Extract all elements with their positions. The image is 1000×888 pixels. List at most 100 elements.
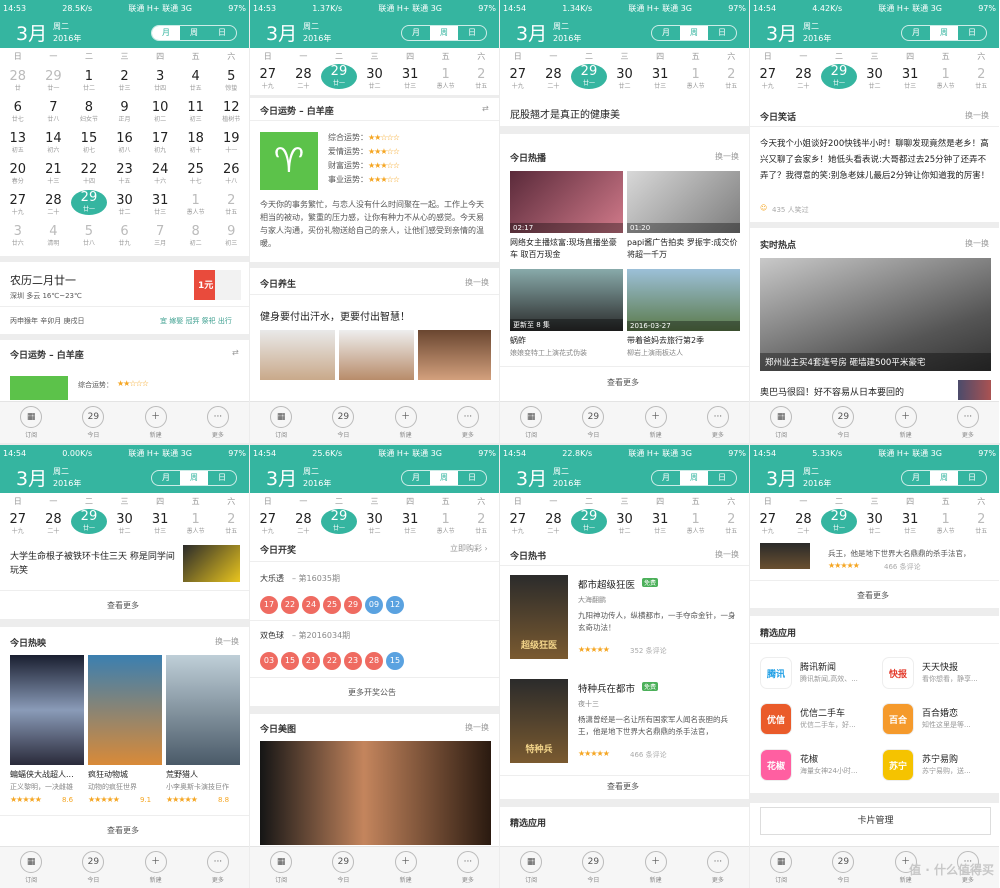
nav-more-button[interactable]: ··· 更多 [187, 847, 249, 888]
nav-today-button[interactable]: 29 今日 [812, 402, 874, 443]
day-cell[interactable]: 1 廿二 [71, 66, 107, 97]
app-item[interactable]: 苏宁 苏宁易购 苏宁易购，送... [882, 749, 992, 781]
news-thumb[interactable] [958, 380, 991, 400]
nav-today-button[interactable]: 29 今日 [62, 847, 124, 888]
day-cell[interactable]: 5 惊蛰 [213, 66, 249, 97]
day-cell[interactable]: 29 廿一 [321, 64, 357, 89]
day-cell[interactable]: 12 植树节 [213, 97, 249, 128]
day-cell[interactable]: 30 廿二 [607, 64, 643, 95]
day-cell[interactable]: 2 廿五 [463, 509, 499, 540]
refresh-link[interactable]: 换一换 [465, 277, 489, 288]
day-cell[interactable]: 27 十九 [250, 64, 286, 95]
movie-name[interactable]: 荒野猎人 [166, 769, 198, 780]
month-label[interactable]: 3月 [266, 464, 297, 491]
ad-banner[interactable]: 1元 [194, 270, 241, 300]
movie-name[interactable]: 蝙蝠侠大战超人... [10, 769, 74, 780]
day-cell[interactable]: 31 廿三 [142, 190, 178, 221]
book-cover[interactable] [760, 543, 810, 569]
book-cover[interactable]: 特种兵 [510, 679, 568, 763]
nav-more-button[interactable]: ··· 更多 [437, 402, 499, 443]
day-cell[interactable]: 8 妇女节 [71, 97, 107, 128]
tab-month[interactable]: 月 [402, 471, 430, 485]
day-cell[interactable]: 30 廿二 [607, 509, 643, 540]
day-cell[interactable]: 29 廿一 [71, 509, 107, 534]
refresh-link[interactable]: 换一换 [215, 636, 239, 647]
refresh-link[interactable]: 换一换 [715, 151, 739, 162]
day-cell[interactable]: 20 春分 [0, 159, 36, 190]
nav-today-button[interactable]: 29 今日 [562, 847, 624, 888]
nav-more-button[interactable]: ··· 更多 [687, 402, 749, 443]
nav-more-button[interactable]: ··· 更多 [437, 847, 499, 888]
day-cell[interactable]: 1 愚人节 [428, 509, 464, 540]
tab-day[interactable]: 日 [958, 471, 986, 485]
nav-subscribe-button[interactable]: ▦ 订阅 [750, 847, 812, 888]
day-cell[interactable]: 9 正月 [107, 97, 143, 128]
day-cell[interactable]: 28 二十 [36, 509, 72, 540]
month-label[interactable]: 3月 [516, 19, 547, 46]
day-cell[interactable]: 21 十三 [36, 159, 72, 190]
tab-month[interactable]: 月 [902, 471, 930, 485]
day-cell[interactable]: 4 清明 [36, 221, 72, 252]
month-label[interactable]: 3月 [766, 19, 797, 46]
day-cell[interactable]: 1 愚人节 [178, 509, 214, 540]
tab-month[interactable]: 月 [652, 471, 680, 485]
day-cell[interactable]: 2 廿三 [107, 66, 143, 97]
tab-month[interactable]: 月 [902, 26, 930, 40]
fitness-thumb-2[interactable] [339, 330, 414, 380]
day-cell[interactable]: 29 廿一 [821, 509, 857, 534]
see-more-button[interactable]: 查看更多 [857, 590, 889, 601]
day-cell[interactable]: 2 廿五 [713, 509, 749, 540]
card-manage-button[interactable]: 卡片管理 [760, 807, 991, 835]
day-cell[interactable]: 1 愚人节 [428, 64, 464, 95]
day-cell[interactable]: 6 廿七 [0, 97, 36, 128]
day-cell[interactable]: 14 初六 [36, 128, 72, 159]
video-thumb-1[interactable]: 02:17 [510, 171, 623, 233]
day-cell[interactable]: 26 十八 [213, 159, 249, 190]
app-item[interactable]: 百合 百合婚恋 知性这里是等... [882, 703, 992, 735]
nav-subscribe-button[interactable]: ▦ 订阅 [0, 847, 62, 888]
movie-poster-2[interactable] [88, 655, 162, 765]
news-thumb[interactable] [183, 545, 240, 582]
day-cell[interactable]: 31 廿三 [642, 64, 678, 95]
fitness-thumb-1[interactable] [260, 330, 335, 380]
tab-week[interactable]: 周 [680, 26, 708, 40]
health-headline[interactable]: 健身要付出汗水，更要付出智慧！ [260, 308, 410, 323]
tab-day[interactable]: 日 [208, 471, 236, 485]
day-cell[interactable]: 10 初二 [142, 97, 178, 128]
day-cell[interactable]: 22 十四 [71, 159, 107, 190]
day-cell[interactable]: 17 初九 [142, 128, 178, 159]
day-cell[interactable]: 28 二十 [786, 64, 822, 95]
day-cell[interactable]: 3 廿四 [142, 66, 178, 97]
nav-subscribe-button[interactable]: ▦ 订阅 [500, 847, 562, 888]
day-cell[interactable]: 29 廿一 [36, 66, 72, 97]
day-cell[interactable]: 1 愚人节 [678, 509, 714, 540]
tab-day[interactable]: 日 [708, 26, 736, 40]
day-cell[interactable]: 2 廿五 [213, 509, 249, 540]
refresh-link[interactable]: 换一换 [715, 549, 739, 560]
day-cell[interactable]: 29 廿一 [821, 64, 857, 89]
movie-name[interactable]: 疯狂动物城 [88, 769, 128, 780]
day-cell[interactable]: 19 十一 [213, 128, 249, 159]
month-label[interactable]: 3月 [516, 464, 547, 491]
day-cell[interactable]: 2 廿五 [963, 509, 999, 540]
day-cell[interactable]: 4 廿五 [178, 66, 214, 97]
movie-poster-3[interactable] [166, 655, 240, 765]
video-title[interactable]: papi酱广告拍卖 罗振宇:成交价将超一千万 [627, 237, 740, 261]
day-cell[interactable]: 27 十九 [500, 64, 536, 95]
nav-today-button[interactable]: 29 今日 [62, 402, 124, 443]
see-more-button[interactable]: 查看更多 [107, 825, 139, 836]
day-cell[interactable]: 28 廿 [0, 66, 36, 97]
day-cell[interactable]: 29 廿一 [321, 509, 357, 534]
tab-week[interactable]: 周 [430, 26, 458, 40]
book-name[interactable]: 特种兵在都市 [578, 681, 635, 695]
laugh-icon[interactable]: ☺ [760, 204, 767, 212]
month-label[interactable]: 3月 [16, 19, 47, 46]
day-cell[interactable]: 1 愚人节 [928, 64, 964, 95]
day-cell[interactable]: 27 十九 [0, 509, 36, 540]
day-cell[interactable]: 29 廿一 [571, 509, 607, 534]
nav-today-button[interactable]: 29 今日 [312, 847, 374, 888]
day-cell[interactable]: 30 廿二 [857, 64, 893, 95]
nav-subscribe-button[interactable]: ▦ 订阅 [750, 402, 812, 443]
day-cell[interactable]: 18 初十 [178, 128, 214, 159]
news-headline[interactable]: 大学生命根子被铁环卡住三天 称是同学间玩笑 [10, 550, 175, 578]
